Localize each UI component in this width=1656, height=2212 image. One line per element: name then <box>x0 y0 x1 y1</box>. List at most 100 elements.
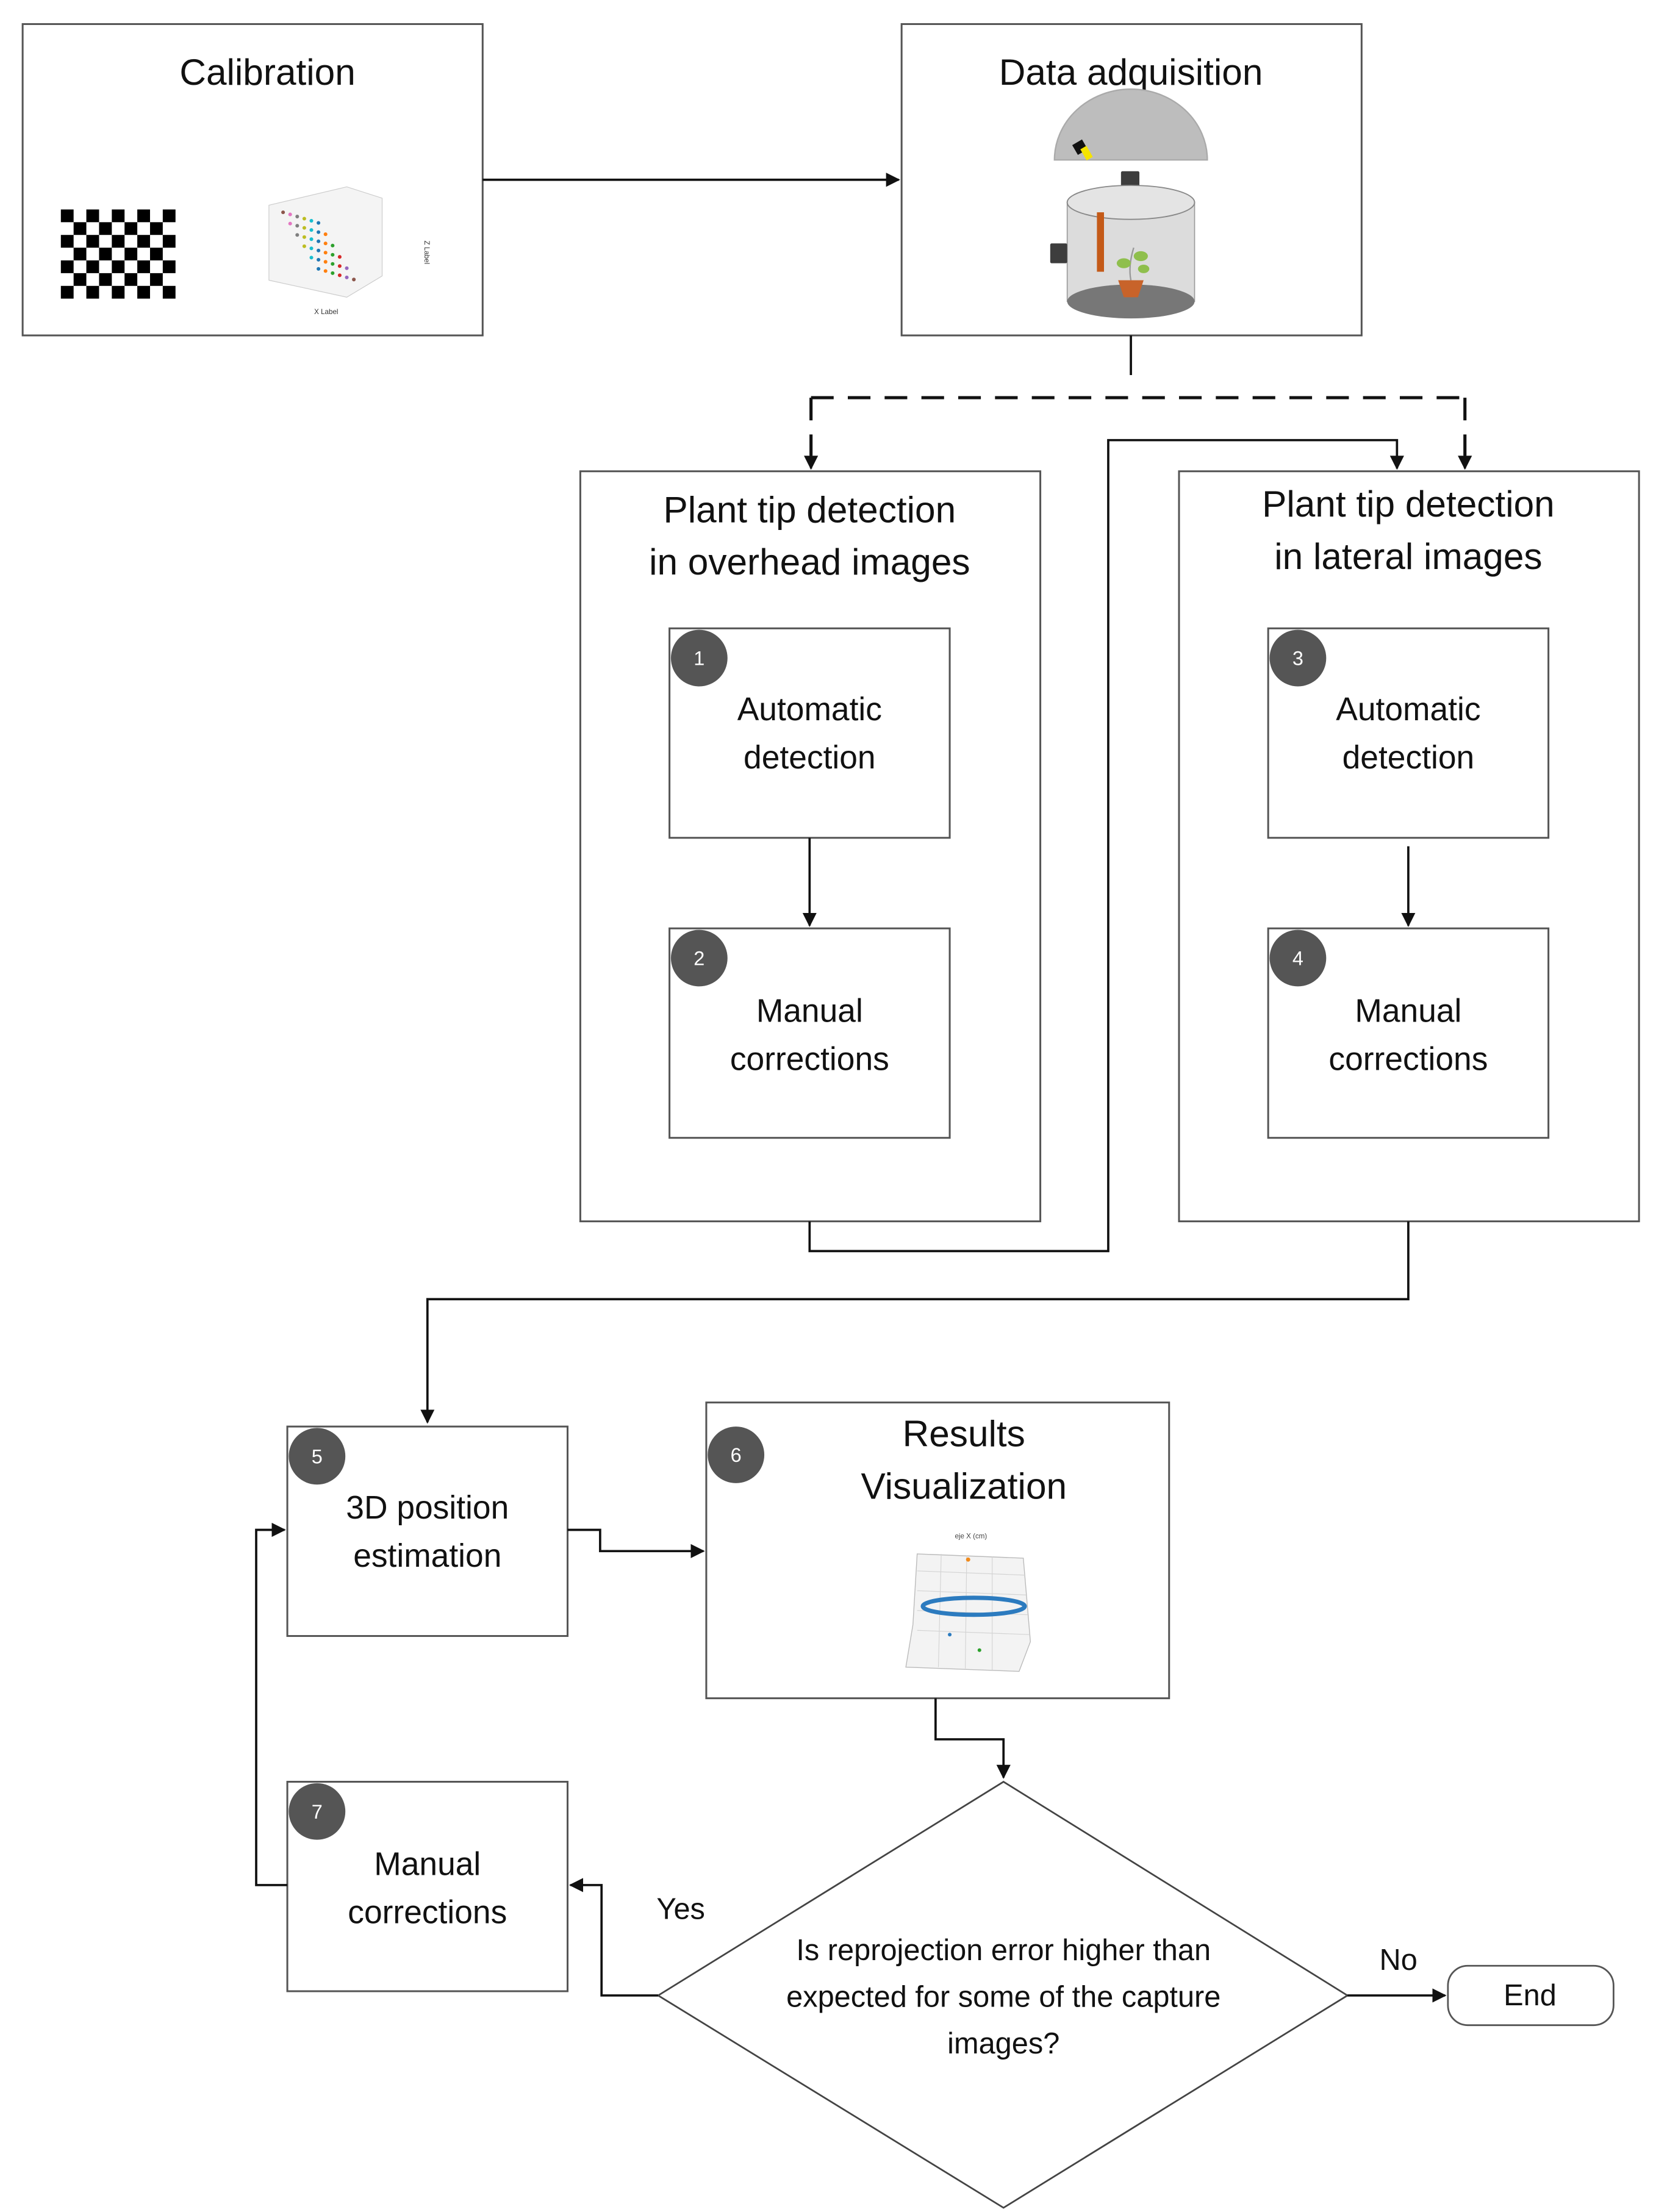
decision-reprojection-error: Is reprojection error higher than expect… <box>656 1780 1349 2209</box>
decision-line3: images? <box>947 2027 1059 2060</box>
step-4-manual-corrections: 4 Manual corrections <box>1267 927 1550 1139</box>
checker-square <box>137 285 150 299</box>
calib-point <box>331 243 335 248</box>
step-number: 3 <box>1292 648 1303 670</box>
checker-square <box>73 222 87 235</box>
calib-point <box>288 212 292 217</box>
step-label-line2: corrections <box>1328 1041 1488 1077</box>
calib-point <box>309 237 314 242</box>
step-number: 7 <box>312 1801 323 1823</box>
calibration-label: Calibration <box>179 51 355 93</box>
step-label-line1: Manual <box>1355 993 1461 1029</box>
arrow-step5-to-step6 <box>567 1528 705 1558</box>
end-label: End <box>1504 1979 1557 2012</box>
checker-square <box>73 248 87 260</box>
dashed-connector <box>804 335 1472 470</box>
calib-point <box>309 228 314 232</box>
calib-point <box>302 235 306 239</box>
checker-square <box>99 222 112 235</box>
step-label-line2: estimation <box>353 1538 501 1574</box>
calib-point <box>309 246 314 251</box>
calib-point <box>302 244 306 248</box>
checker-square <box>162 209 176 223</box>
calib-point <box>345 266 349 270</box>
calib-point <box>317 257 321 262</box>
calib-point <box>337 264 342 268</box>
calib-point <box>345 275 349 279</box>
checker-square <box>112 209 125 223</box>
calib-x-label: X Label <box>314 308 338 316</box>
checker-square <box>137 235 150 248</box>
checker-square <box>162 260 176 273</box>
step-number: 1 <box>694 648 704 670</box>
calib-point <box>331 271 335 275</box>
step-label-line1: Results <box>903 1413 1025 1455</box>
calib-point <box>337 273 342 277</box>
decision-line1: Is reprojection error higher than <box>796 1934 1211 1967</box>
step-label-line1: Manual <box>756 993 863 1029</box>
step-label-line1: Manual <box>374 1847 481 1883</box>
checker-square <box>162 285 176 299</box>
checker-square <box>149 248 163 260</box>
checker-square <box>86 285 99 299</box>
calib-point <box>317 248 321 252</box>
step-number: 2 <box>694 948 704 970</box>
step-2-manual-corrections: 2 Manual corrections <box>668 927 951 1139</box>
checker-square <box>149 222 163 235</box>
flowchart: Calibration X Label Z Label Data adquisi… <box>21 23 1640 2209</box>
arrow-step6-to-decision <box>934 1698 1011 1779</box>
checker-square <box>124 248 138 260</box>
calib-point <box>331 262 335 266</box>
checker-square <box>149 273 163 286</box>
step-7-manual-corrections: 7 Manual corrections <box>286 1781 569 1992</box>
step-label-line1: Automatic <box>737 692 882 728</box>
end-terminal: End <box>1447 1964 1615 2027</box>
step-label-line2: detection <box>1342 740 1475 776</box>
results-x-label: eje X (cm) <box>955 1532 987 1540</box>
lateral-detection-group: Plant tip detection in lateral images 3 … <box>1178 470 1640 1223</box>
calib-point <box>337 255 342 259</box>
decision-line2: expected for some of the capture <box>786 1981 1220 2014</box>
calib-point <box>281 210 285 215</box>
checker-square <box>99 273 112 286</box>
overhead-group-title-line1: Plant tip detection <box>664 489 956 530</box>
checker-square <box>60 235 74 248</box>
checker-square <box>86 209 99 223</box>
step-6-results-visualization: 6 Results Visualization eje X (cm) <box>705 1401 1170 1700</box>
calib-z-label: Z Label <box>423 241 431 265</box>
checker-square <box>124 273 138 286</box>
step-label-line2: detection <box>744 740 876 776</box>
arrow-yes-to-step7 <box>568 1878 659 1997</box>
calib-point <box>295 233 299 237</box>
checker-square <box>112 285 125 299</box>
checker-square <box>112 235 125 248</box>
calib-point <box>352 277 356 282</box>
lateral-camera-icon <box>1050 243 1067 263</box>
calib-point <box>323 269 328 273</box>
checker-square <box>60 285 74 299</box>
calib-point <box>323 242 328 246</box>
step-5-3d-position-estimation: 5 3D position estimation <box>286 1425 569 1638</box>
step-label-line2: Visualization <box>861 1465 1067 1506</box>
checker-square <box>112 260 125 273</box>
overhead-detection-group: Plant tip detection in overhead images 1… <box>579 470 1042 1223</box>
checker-square <box>60 209 74 223</box>
step-label-line1: 3D position <box>346 1490 509 1526</box>
arrow-step7-to-step5 <box>255 1522 288 1886</box>
lateral-group-title-line1: Plant tip detection <box>1262 483 1555 524</box>
step-1-automatic-detection: 1 Automatic detection <box>668 627 951 839</box>
step-label-line1: Automatic <box>1336 692 1480 728</box>
calib-point <box>331 252 335 257</box>
checker-square <box>137 209 150 223</box>
lateral-group-title-line2: in lateral images <box>1274 535 1542 577</box>
checker-square <box>73 273 87 286</box>
calib-point <box>317 267 321 271</box>
checker-square <box>86 235 99 248</box>
checker-square <box>99 248 112 260</box>
calib-point <box>323 251 328 255</box>
checker-square <box>124 222 138 235</box>
step-number: 5 <box>312 1445 323 1467</box>
calib-point <box>317 239 321 243</box>
calib-point <box>302 217 306 221</box>
step-number: 6 <box>731 1444 742 1466</box>
